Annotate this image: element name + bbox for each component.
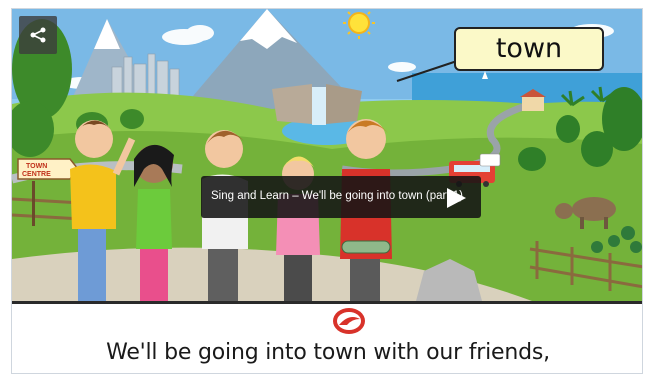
svg-text:TOWN: TOWN (26, 163, 47, 170)
play-icon[interactable] (444, 186, 468, 210)
vocabulary-card: town (454, 27, 604, 71)
share-icon (30, 27, 46, 43)
kid-green-shirt (134, 144, 174, 301)
share-button[interactable] (19, 16, 57, 54)
lyrics-caption: We'll be going into town with our friend… (106, 340, 550, 365)
publisher-logo-icon (333, 308, 365, 334)
play-overlay[interactable]: Sing and Learn – We'll be going into tow… (201, 176, 481, 218)
caption-area: We'll be going into town with our friend… (12, 304, 642, 373)
svg-text:CENTRE: CENTRE (22, 171, 51, 178)
vocabulary-word: town (495, 33, 563, 64)
video-player[interactable]: TOWN CENTRE town Sing and Learn – We'll … (11, 8, 643, 374)
video-title[interactable]: Sing and Learn – We'll be going into tow… (211, 190, 463, 202)
